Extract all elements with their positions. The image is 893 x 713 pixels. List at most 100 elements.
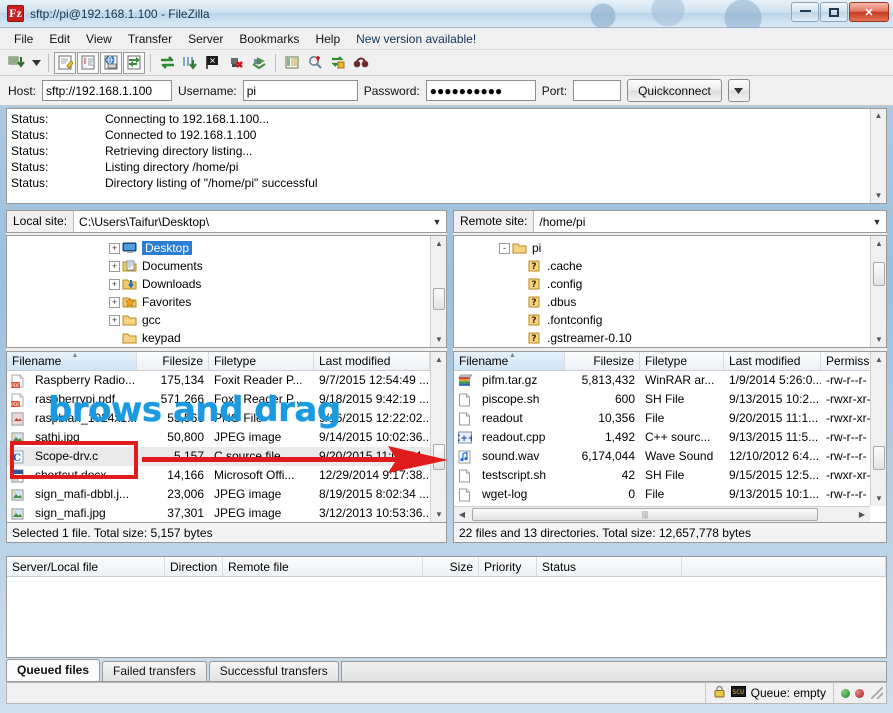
toggle-transfer-queue-icon[interactable] [123, 51, 145, 74]
tree-item-gstreamer[interactable]: ? .gstreamer-0.10 [497, 329, 886, 347]
scroll-up-icon[interactable]: ▲ [871, 236, 886, 251]
menu-transfer[interactable]: Transfer [120, 29, 180, 49]
tree-item-desktop[interactable]: + Desktop [107, 239, 446, 257]
column-header-priority[interactable]: Priority [479, 557, 537, 576]
menu-file[interactable]: File [6, 29, 41, 49]
scrollbar-thumb[interactable]: ||| [472, 507, 818, 521]
quickconnect-button[interactable]: Quickconnect [627, 79, 722, 102]
scroll-up-icon[interactable]: ▲ [871, 352, 886, 367]
tree-expander-icon[interactable]: + [109, 260, 120, 272]
column-header-filename[interactable]: ▲ Filename [7, 352, 137, 370]
maximize-button[interactable] [820, 2, 848, 22]
column-header-remote-file[interactable]: Remote file [223, 557, 423, 576]
synchronized-browsing-icon[interactable] [327, 52, 349, 74]
menu-help[interactable]: Help [307, 29, 348, 49]
table-row[interactable]: readout 10,356 File 9/20/2015 11:1... -r… [454, 409, 886, 428]
site-manager-icon[interactable] [6, 52, 28, 74]
table-row[interactable]: sathi.jpg 50,800 JPEG image 9/14/2015 10… [7, 428, 446, 447]
table-row-selected[interactable]: C Scope-drv.c 5,157 C source file 9/20/2… [7, 447, 446, 466]
scroll-down-icon[interactable]: ▼ [875, 189, 883, 203]
scroll-up-icon[interactable]: ▲ [431, 352, 446, 367]
menu-view[interactable]: View [78, 29, 120, 49]
table-row[interactable]: raspbian_1024x1... 53,566 PNG File 9/16/… [7, 409, 446, 428]
column-header-filesize[interactable]: Filesize [565, 352, 640, 370]
scrollbar-thumb[interactable] [873, 446, 885, 470]
resize-grip[interactable] [871, 687, 883, 699]
transfer-queue[interactable]: Server/Local file Direction Remote file … [6, 556, 887, 658]
column-header-server-local-file[interactable]: Server/Local file [7, 557, 165, 576]
column-header-size[interactable]: Size [423, 557, 479, 576]
scroll-up-icon[interactable]: ▲ [875, 109, 883, 123]
toggle-local-tree-icon[interactable] [77, 51, 99, 74]
table-row[interactable]: testscript.sh 42 SH File 9/15/2015 12:5.… [454, 466, 886, 485]
tree-item-downloads[interactable]: + Downloads [107, 275, 446, 293]
tree-item-fontconfig[interactable]: ? .fontconfig [497, 311, 886, 329]
tree-item-keypad[interactable]: keypad [107, 329, 446, 347]
local-directory-tree[interactable]: + Desktop + Documents + Downloads + Favo… [6, 235, 447, 348]
remote-site-bar[interactable]: Remote site: /home/pi ▼ [453, 210, 887, 233]
column-header-last-modified[interactable]: Last modified [314, 352, 430, 370]
local-tree-scrollbar[interactable]: ▲ ▼ [430, 236, 446, 347]
toggle-remote-tree-icon[interactable] [100, 51, 122, 74]
tree-item-config[interactable]: ? .config [497, 275, 886, 293]
minimize-button[interactable] [791, 2, 819, 22]
menu-server[interactable]: Server [180, 29, 231, 49]
site-manager-dropdown-icon[interactable] [29, 52, 43, 74]
table-row[interactable]: pifm.tar.gz 5,813,432 WinRAR ar... 1/9/2… [454, 371, 886, 390]
tree-item-dbus[interactable]: ? .dbus [497, 293, 886, 311]
local-file-list[interactable]: ▲ Filename Filesize Filetype Last modifi… [6, 351, 447, 523]
column-header-filetype[interactable]: Filetype [640, 352, 724, 370]
search-remote-files-icon[interactable] [350, 52, 372, 74]
close-button[interactable]: ✕ [849, 2, 889, 22]
tree-expander-icon[interactable]: + [109, 278, 120, 290]
scrollbar-thumb[interactable] [433, 288, 445, 310]
table-row[interactable]: PDF raspberrypi.pdf 571,266 Foxit Reader… [7, 390, 446, 409]
host-input[interactable] [42, 80, 173, 101]
column-header-filesize[interactable]: Filesize [137, 352, 209, 370]
remote-file-list-scrollbar[interactable]: ▲ ▼ [870, 352, 886, 506]
local-site-dropdown-icon[interactable]: ▼ [428, 217, 446, 227]
table-row[interactable]: sign_mafi.jpg 37,301 JPEG image 3/12/201… [7, 504, 446, 522]
column-header-direction[interactable]: Direction [165, 557, 223, 576]
scroll-left-icon[interactable]: ◀ [454, 510, 470, 519]
table-row[interactable]: PDF Raspberry Radio... 175,134 Foxit Rea… [7, 371, 446, 390]
remote-directory-tree[interactable]: - pi ? .cache ? .config ? .dbus ? .fontc… [453, 235, 887, 348]
column-header-filename[interactable]: ▲ Filename [454, 352, 565, 370]
table-row[interactable]: sound.wav 6,174,044 Wave Sound 12/10/201… [454, 447, 886, 466]
tree-expander-icon[interactable]: + [109, 296, 120, 308]
username-input[interactable] [242, 80, 358, 101]
scroll-down-icon[interactable]: ▼ [431, 332, 446, 347]
hscroll-track[interactable]: ||| [470, 507, 854, 522]
message-log-scrollbar[interactable]: ▲ ▼ [870, 109, 886, 203]
scrollbar-thumb[interactable] [873, 262, 885, 286]
status-bar-queue-segment[interactable]: SCU Queue: empty [704, 683, 833, 703]
tree-item-favorites[interactable]: + Favorites [107, 293, 446, 311]
menu-edit[interactable]: Edit [41, 29, 78, 49]
tree-expander-icon[interactable]: + [109, 314, 120, 326]
column-header-last-modified[interactable]: Last modified [724, 352, 821, 370]
password-input[interactable] [425, 80, 536, 101]
tab-successful-transfers[interactable]: Successful transfers [208, 661, 339, 681]
tab-queued-files[interactable]: Queued files [6, 659, 101, 681]
remote-file-list-hscrollbar[interactable]: ◀ ||| ▶ [454, 506, 870, 522]
directory-comparison-icon[interactable] [304, 52, 326, 74]
tree-expander-icon[interactable]: + [109, 242, 120, 254]
remote-site-dropdown-icon[interactable]: ▼ [868, 217, 886, 227]
tree-item-cache[interactable]: ? .cache [497, 257, 886, 275]
process-queue-icon[interactable] [179, 52, 201, 74]
cancel-operation-icon[interactable]: ✕ [202, 52, 224, 74]
scroll-up-icon[interactable]: ▲ [431, 236, 446, 251]
refresh-icon[interactable] [156, 52, 178, 74]
scroll-down-icon[interactable]: ▼ [431, 507, 446, 522]
local-site-bar[interactable]: Local site: C:\Users\Taifur\Desktop\ ▼ [6, 210, 447, 233]
tree-collapse-icon[interactable]: - [499, 242, 510, 254]
quickconnect-history-dropdown-icon[interactable] [727, 79, 750, 102]
reconnect-icon[interactable] [248, 52, 270, 74]
tree-item-pi[interactable]: - pi [497, 239, 886, 257]
menu-new-version-available[interactable]: New version available! [348, 29, 484, 49]
scrollbar-thumb[interactable] [433, 444, 445, 470]
column-header-status[interactable]: Status [537, 557, 682, 576]
scroll-right-icon[interactable]: ▶ [854, 510, 870, 519]
remote-tree-scrollbar[interactable]: ▲ ▼ [870, 236, 886, 347]
column-header-filetype[interactable]: Filetype [209, 352, 314, 370]
